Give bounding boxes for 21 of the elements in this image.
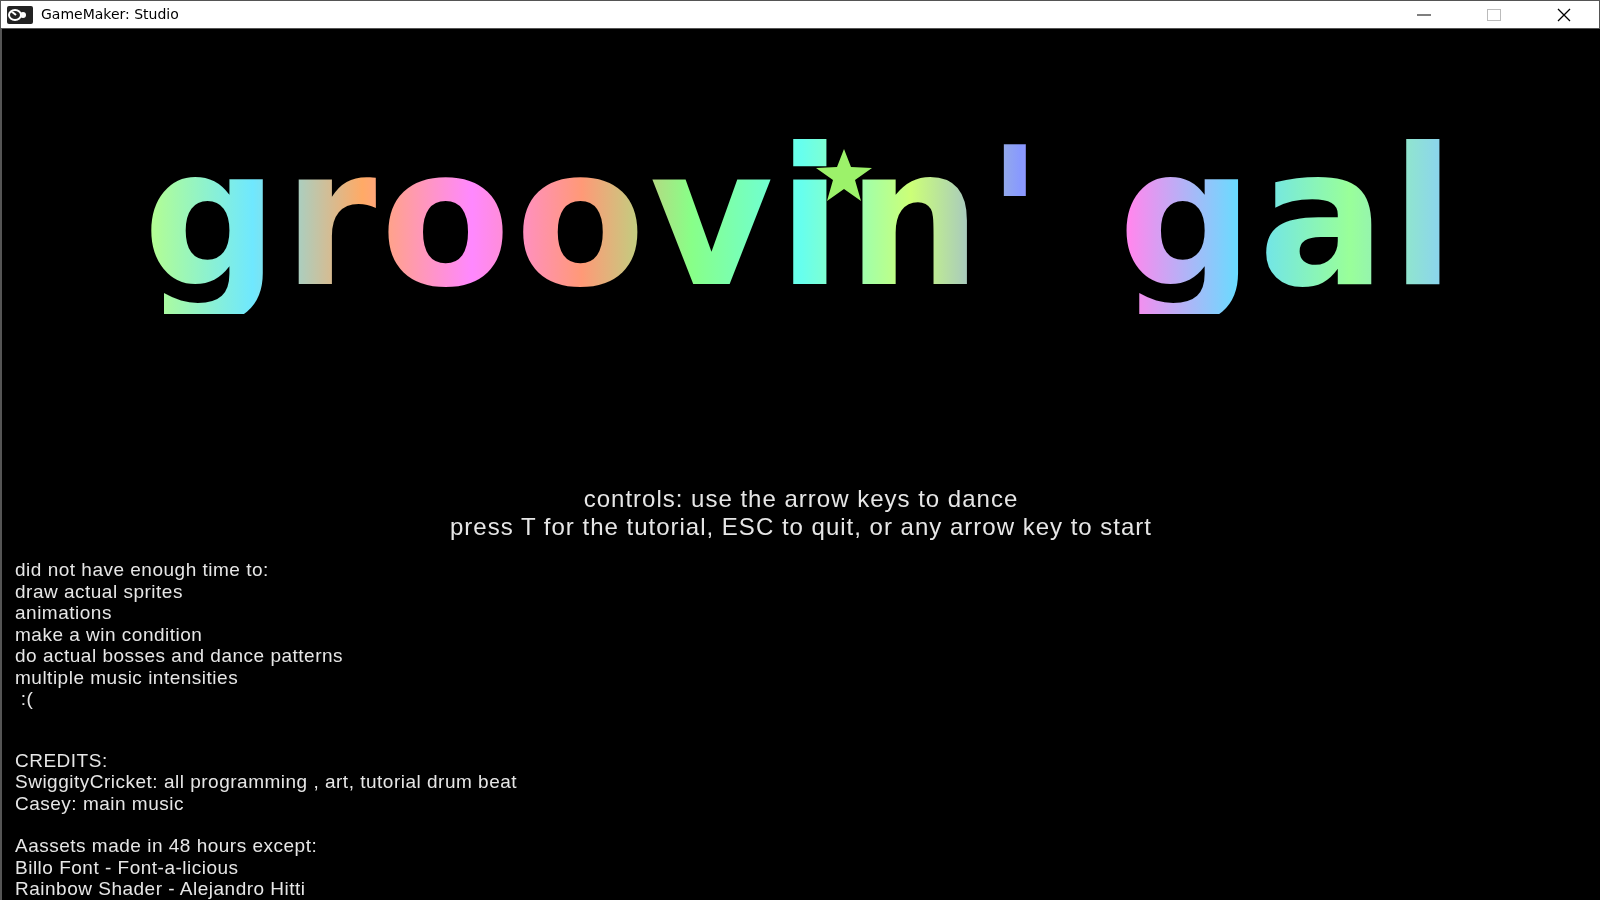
note-text: :( [19, 688, 34, 710]
star-icon [814, 147, 874, 203]
assets-text: Billo Font - Font-a-licious [15, 856, 239, 878]
minimize-icon [1417, 13, 1431, 16]
assets-text: Aassets made in 48 hours except: [15, 835, 318, 857]
instruction-text: controls: use the arrow keys to dance [583, 485, 1019, 513]
credits-text: SwiggityCricket: all programming , art, tutorial drum beat [15, 771, 518, 793]
credits-text: CREDITS: [15, 749, 108, 771]
app-logo-icon [7, 5, 33, 24]
note-text: animations [15, 602, 112, 624]
note-text: multiple music intensities [15, 666, 239, 688]
note-text: do actual bosses and dance patterns [15, 645, 344, 667]
note-text: did not have enough time to: [15, 559, 269, 581]
assets-text: Rainbow Shader - Alejandro Hitti [15, 878, 306, 900]
instruction-text: press T for the tutorial, ESC to quit, or any arrow key to start [449, 513, 1153, 541]
close-icon [1557, 7, 1571, 22]
window-title: GameMaker: Studio [41, 5, 179, 24]
note-text: make a win condition [15, 623, 203, 645]
note-text: draw actual sprites [15, 580, 183, 602]
credits-text: Casey: main music [15, 792, 184, 814]
maximize-icon [1487, 8, 1501, 21]
